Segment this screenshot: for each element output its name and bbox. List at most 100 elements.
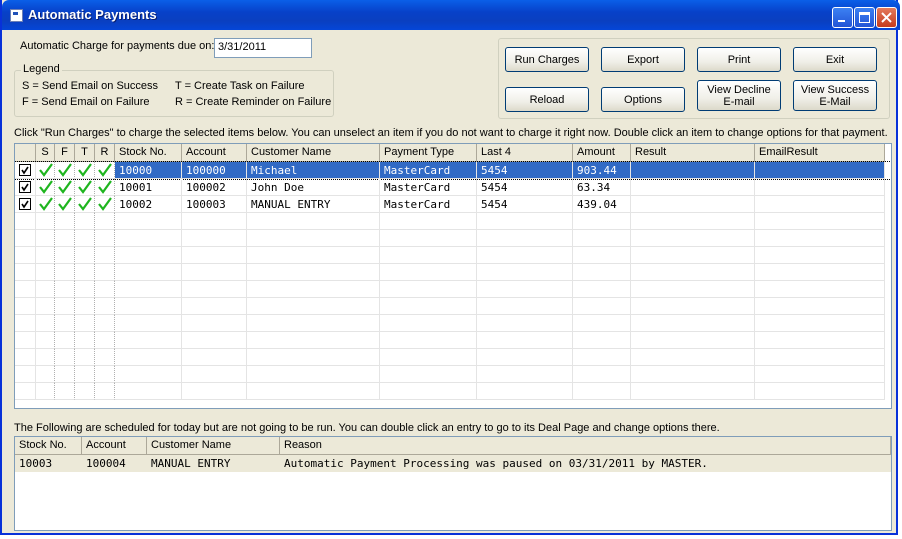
instructions-top: Click "Run Charges" to charge the select…	[14, 127, 888, 139]
legend-f: F = Send Email on Failure	[22, 96, 150, 108]
checkmark-icon	[39, 197, 53, 211]
table-cell: Michael	[247, 162, 380, 179]
column-header[interactable]: T	[75, 144, 95, 162]
title-bar[interactable]: Automatic Payments	[2, 0, 900, 30]
reload-label: Reload	[529, 93, 565, 106]
table-cell	[15, 162, 36, 179]
column-header[interactable]: Customer Name	[247, 144, 380, 162]
column-header[interactable]: Account	[182, 144, 247, 162]
checkbox-icon[interactable]	[19, 181, 31, 193]
maximize-icon	[859, 12, 870, 23]
table-cell	[75, 264, 95, 281]
table-cell	[631, 315, 755, 332]
table-cell	[755, 247, 885, 264]
table-cell	[247, 281, 380, 298]
view-decline-email-button[interactable]: View Decline E-mail	[697, 80, 781, 111]
column-header[interactable]: R	[95, 144, 115, 162]
export-button[interactable]: Export	[601, 47, 685, 72]
close-button[interactable]	[876, 7, 897, 28]
table-cell	[573, 281, 631, 298]
table-cell	[182, 298, 247, 315]
table-cell	[573, 264, 631, 281]
table-cell	[55, 247, 75, 264]
legend-t: T = Create Task on Failure	[175, 80, 305, 92]
window-title: Automatic Payments	[28, 7, 157, 22]
table-cell	[36, 213, 55, 230]
table-cell	[36, 349, 55, 366]
empty-row	[15, 247, 891, 264]
run-charges-button[interactable]: Run Charges	[505, 47, 589, 72]
client-area: Automatic Charge for payments due on: 3/…	[2, 30, 896, 533]
legend-r: R = Create Reminder on Failure	[175, 96, 332, 108]
view-decline-label-1: View Decline	[707, 83, 771, 96]
legend-caption: Legend	[21, 63, 62, 75]
table-cell	[573, 332, 631, 349]
table-cell	[247, 298, 380, 315]
column-header[interactable]: Amount	[573, 144, 631, 162]
print-label: Print	[727, 53, 751, 66]
column-header[interactable]: Last 4	[477, 144, 573, 162]
empty-row	[15, 366, 891, 383]
table-cell	[247, 332, 380, 349]
column-header[interactable]: Customer Name	[147, 437, 280, 455]
table-cell: 10002	[115, 196, 182, 213]
table-cell: 5454	[477, 162, 573, 179]
table-cell	[95, 298, 115, 315]
checkbox-icon[interactable]	[19, 198, 31, 210]
table-cell	[55, 332, 75, 349]
table-row[interactable]: 10002 100003 MANUAL ENTRY MasterCard 5454 439…	[15, 196, 891, 213]
table-cell	[36, 298, 55, 315]
column-header[interactable]	[15, 144, 36, 162]
table-cell	[95, 281, 115, 298]
table-cell	[182, 349, 247, 366]
table-cell	[15, 315, 36, 332]
minimize-button[interactable]	[832, 7, 853, 28]
app-icon	[10, 9, 23, 22]
skipped-payments-table[interactable]: Stock No. Account Customer Name Reason 10003…	[14, 436, 892, 531]
column-header[interactable]: Stock No.	[115, 144, 182, 162]
table-cell	[380, 264, 477, 281]
view-success-email-button[interactable]: View Success E-Mail	[793, 80, 877, 111]
table-row[interactable]: 10000 100000 Michael MasterCard 5454 903.44	[15, 161, 891, 180]
exit-button[interactable]: Exit	[793, 47, 877, 72]
table-cell	[755, 383, 885, 400]
table-cell	[55, 196, 75, 213]
table-cell	[15, 247, 36, 264]
checkmark-icon	[98, 197, 112, 211]
column-header[interactable]: Payment Type	[380, 144, 477, 162]
table-cell	[477, 383, 573, 400]
table-cell	[380, 213, 477, 230]
column-header[interactable]: Stock No.	[15, 437, 82, 455]
table-cell	[380, 298, 477, 315]
table-cell	[95, 196, 115, 213]
table-cell	[631, 264, 755, 281]
empty-row	[15, 230, 891, 247]
checkmark-icon	[39, 180, 53, 194]
table-cell	[55, 281, 75, 298]
table-cell	[55, 162, 75, 179]
column-header[interactable]: Result	[631, 144, 755, 162]
table-cell	[115, 281, 182, 298]
column-header[interactable]: EmailResult	[755, 144, 885, 162]
options-button[interactable]: Options	[601, 87, 685, 112]
payments-table[interactable]: S F T R Stock No. Account Customer Name Payment…	[14, 143, 892, 409]
column-header[interactable]: F	[55, 144, 75, 162]
table-cell	[15, 179, 36, 196]
print-button[interactable]: Print	[697, 47, 781, 72]
checkbox-icon[interactable]	[19, 164, 31, 176]
table-cell	[55, 383, 75, 400]
table-cell: 100000	[182, 162, 247, 179]
table-cell	[755, 349, 885, 366]
reload-button[interactable]: Reload	[505, 87, 589, 112]
column-header[interactable]: S	[36, 144, 55, 162]
column-header[interactable]: Account	[82, 437, 147, 455]
charge-date-input[interactable]: 3/31/2011	[214, 38, 312, 58]
table-cell	[631, 179, 755, 196]
table-cell: 100004	[86, 457, 126, 470]
column-header[interactable]: Reason	[280, 437, 891, 455]
maximize-button[interactable]	[854, 7, 875, 28]
table-row[interactable]: 10001 100002 John Doe MasterCard 5454 63.34	[15, 179, 891, 196]
table-cell	[55, 366, 75, 383]
table-cell	[631, 196, 755, 213]
table-row[interactable]: 10003 100004 MANUAL ENTRY Automatic Payment…	[15, 455, 891, 472]
